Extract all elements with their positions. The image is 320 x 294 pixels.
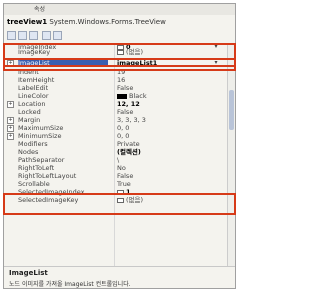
property-row[interactable]: + MaximumSize 0, 0	[4, 124, 235, 132]
property-name: RightToLeftLayout	[18, 172, 77, 180]
property-name: Location	[18, 100, 46, 108]
property-row[interactable]: PathSeparator \	[4, 156, 235, 164]
property-value[interactable]: True	[117, 180, 217, 188]
property-value-text: 0, 0	[117, 124, 130, 132]
property-row[interactable]: Nodes (컬렉션)	[4, 148, 235, 156]
panel-caption: 속성	[4, 4, 235, 15]
property-value[interactable]: False	[117, 84, 217, 92]
property-name: Nodes	[18, 148, 39, 156]
alphabetical-icon[interactable]	[18, 31, 27, 40]
property-row[interactable]: + Location 12, 12	[4, 100, 235, 108]
description-title: ImageList	[9, 269, 48, 277]
property-value-text: (컬렉션)	[117, 148, 141, 156]
property-value-text: False	[117, 84, 134, 92]
property-value[interactable]: 16	[117, 76, 217, 84]
highlight-box-selectedimageindex	[3, 193, 236, 215]
object-name: treeView1	[7, 18, 48, 26]
property-row[interactable]: RightToLeft No	[4, 164, 235, 172]
grid-scrollbar[interactable]	[227, 43, 235, 266]
properties-toolbar	[4, 29, 235, 42]
property-value[interactable]: 0, 0	[117, 132, 217, 140]
property-name: LabelEdit	[18, 84, 49, 92]
property-name: PathSeparator	[18, 156, 65, 164]
property-value-text: 0, 0	[117, 132, 130, 140]
property-row[interactable]: ItemHeight 16	[4, 76, 235, 84]
property-name: Modifiers	[18, 140, 48, 148]
description-text: 노드 이미지를 가져올 ImageList 컨트롤입니다.	[9, 281, 131, 288]
property-row[interactable]: RightToLeftLayout False	[4, 172, 235, 180]
property-value-text: \	[117, 156, 120, 164]
object-type: System.Windows.Forms.TreeView	[49, 18, 166, 26]
expand-icon[interactable]: +	[7, 125, 14, 132]
property-pages-icon[interactable]	[53, 31, 62, 40]
property-row[interactable]: Modifiers Private	[4, 140, 235, 148]
property-name: MinimumSize	[18, 132, 62, 140]
property-value[interactable]: 3, 3, 3, 3	[117, 116, 217, 124]
description-pane: ImageList 노드 이미지를 가져올 ImageList 컨트롤입니다.	[4, 266, 235, 288]
property-name: Scrollable	[18, 180, 50, 188]
property-value[interactable]: 0, 0	[117, 124, 217, 132]
property-value[interactable]: Black	[117, 92, 217, 100]
expand-icon[interactable]: +	[7, 101, 14, 108]
property-row[interactable]: + Margin 3, 3, 3, 3	[4, 116, 235, 124]
property-value-text: False	[117, 172, 134, 180]
property-value-text: 3, 3, 3, 3	[117, 116, 146, 124]
highlight-box-imagelist	[3, 58, 236, 71]
color-swatch-icon	[117, 93, 127, 99]
property-value[interactable]: No	[117, 164, 217, 172]
property-row[interactable]: LineColor Black	[4, 92, 235, 100]
property-value-text: Black	[129, 92, 147, 100]
property-name: ItemHeight	[18, 76, 55, 84]
property-value-text: Private	[117, 140, 140, 148]
property-value-text: No	[117, 164, 126, 172]
column-divider	[114, 43, 115, 268]
property-value-text: True	[117, 180, 131, 188]
property-name: RightToLeft	[18, 164, 55, 172]
expand-icon[interactable]: +	[7, 117, 14, 124]
categorized-icon[interactable]	[7, 31, 16, 40]
property-value[interactable]: False	[117, 172, 217, 180]
property-value-text: False	[117, 108, 134, 116]
property-value[interactable]: False	[117, 108, 217, 116]
property-row[interactable]: Locked False	[4, 108, 235, 116]
property-name: LineColor	[18, 92, 49, 100]
property-value-text: 12, 12	[117, 100, 140, 108]
property-name: Margin	[18, 116, 41, 124]
property-name: MaximumSize	[18, 124, 64, 132]
expand-icon[interactable]: +	[7, 133, 14, 140]
property-value[interactable]: Private	[117, 140, 217, 148]
property-value[interactable]: 12, 12	[117, 100, 217, 108]
scrollbar-thumb[interactable]	[229, 90, 234, 130]
property-row[interactable]: LabelEdit False	[4, 84, 235, 92]
property-row[interactable]: + MinimumSize 0, 0	[4, 132, 235, 140]
property-value[interactable]: (컬렉션)	[117, 148, 217, 156]
object-selector[interactable]: treeView1 System.Windows.Forms.TreeView	[4, 15, 235, 29]
events-icon[interactable]	[42, 31, 51, 40]
properties-icon[interactable]	[29, 31, 38, 40]
property-value-text: 16	[117, 76, 126, 84]
property-value[interactable]: \	[117, 156, 217, 164]
property-name: Locked	[18, 108, 41, 116]
property-row[interactable]: Scrollable True	[4, 180, 235, 188]
